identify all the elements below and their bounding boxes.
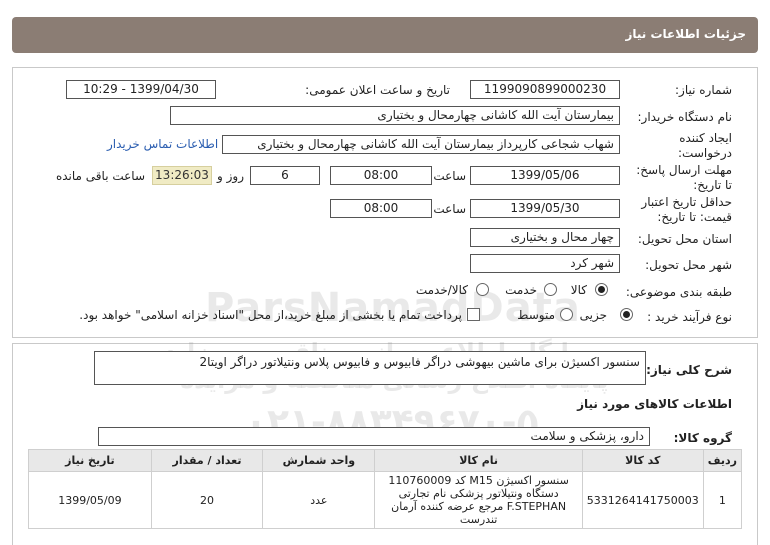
days-remaining-field: 6: [250, 166, 320, 185]
announce-datetime-field: 1399/04/30 - 10:29: [66, 80, 216, 99]
need-number-field: 1199090899000230: [470, 80, 620, 99]
page-header: جزئیات اطلاعات نیاز: [12, 17, 758, 53]
validity-date-field: 1399/05/30: [470, 199, 620, 218]
treasury-note: پرداخت تمام یا بخشی از مبلغ خرید،از محل …: [79, 308, 462, 322]
validity-time-label: ساعت: [433, 202, 466, 216]
treasury-checkbox[interactable]: [467, 308, 480, 321]
category-label: طبقه بندی موضوعی:: [625, 285, 732, 299]
announce-label: تاریخ و ساعت اعلان عمومی:: [305, 83, 450, 97]
col-unit: واحد شمارش: [262, 449, 376, 472]
category-radio-goods-service[interactable]: [476, 283, 489, 296]
col-name: نام کالا: [374, 449, 583, 472]
process-option-medium: متوسط: [517, 308, 555, 322]
category-radio-service[interactable]: [544, 283, 557, 296]
process-label: نوع فرآیند خرید :: [647, 310, 732, 324]
buyer-org-field: بیمارستان آیت الله کاشانی چهارمحال و بخت…: [170, 106, 620, 125]
cell-row: 1: [702, 471, 743, 529]
cell-unit: عدد: [262, 471, 376, 529]
cell-code: 5331264141750003: [581, 471, 704, 529]
validity-label-line1: حداقل تاریخ اعتبار: [641, 195, 732, 209]
table-header-row: ردیف کد کالا نام کالا واحد شمارش تعداد /…: [28, 449, 743, 472]
deadline-date-field: 1399/05/06: [470, 166, 620, 185]
col-row: ردیف: [702, 449, 743, 472]
cell-qty: 20: [150, 471, 264, 529]
table-row[interactable]: 1 5331264141750003 سنسور اکسیژن M15 کد 1…: [28, 471, 743, 529]
province-field: چهار محال و بختیاری: [470, 228, 620, 247]
validity-label-line2: قیمت: تا تاریخ:: [657, 210, 732, 224]
goods-group-label: گروه کالا:: [673, 431, 732, 445]
category-option-goods: کالا: [570, 283, 587, 297]
creator-field: شهاب شجاعی کارپرداز بیمارستان آیت الله ک…: [222, 135, 620, 154]
category-option-goods-service: کالا/خدمت: [415, 283, 468, 297]
deadline-time-label: ساعت: [433, 169, 466, 183]
description-field: سنسور اکسیژن برای ماشین بیهوشی دراگر فاب…: [94, 351, 646, 385]
validity-time-field: 08:00: [330, 199, 432, 218]
buyer-contact-link[interactable]: اطلاعات تماس خریدار: [107, 137, 218, 151]
cell-name: سنسور اکسیژن M15 کد 110760009 دستگاه ونت…: [374, 471, 583, 529]
goods-group-field: دارو، پزشکی و سلامت: [98, 427, 650, 446]
deadline-time-field: 08:00: [330, 166, 432, 185]
process-option-minor: جزیی: [579, 308, 607, 322]
remaining-time-badge: 13:26:03: [152, 166, 212, 185]
city-label: شهر محل تحویل:: [645, 258, 732, 272]
process-radio-minor[interactable]: [620, 308, 633, 321]
deadline-label-line2: تا تاریخ:: [693, 178, 732, 192]
creator-label-line2: درخواست:: [678, 146, 732, 160]
days-label: روز و: [217, 169, 244, 183]
goods-section-title: اطلاعات کالاهای مورد نیاز: [577, 397, 732, 411]
col-qty: تعداد / مقدار: [150, 449, 264, 472]
category-option-service: خدمت: [505, 283, 537, 297]
description-label: شرح کلی نیاز:: [646, 363, 732, 377]
need-number-label: شماره نیاز:: [675, 83, 732, 97]
col-date: تاریخ نیاز: [28, 449, 152, 472]
remaining-time-label: ساعت باقی مانده: [55, 169, 145, 183]
cell-date: 1399/05/09: [28, 471, 152, 529]
goods-table: ردیف کد کالا نام کالا واحد شمارش تعداد /…: [28, 449, 743, 529]
category-radio-goods[interactable]: [595, 283, 608, 296]
deadline-label-line1: مهلت ارسال پاسخ:: [636, 163, 732, 177]
province-label: استان محل تحویل:: [637, 232, 732, 246]
col-code: کد کالا: [581, 449, 704, 472]
city-field: شهر کرد: [470, 254, 620, 273]
buyer-org-label: نام دستگاه خریدار:: [637, 110, 733, 124]
page-title: جزئیات اطلاعات نیاز: [625, 27, 746, 41]
creator-label-line1: ایجاد کننده: [679, 131, 732, 145]
process-radio-medium[interactable]: [560, 308, 573, 321]
